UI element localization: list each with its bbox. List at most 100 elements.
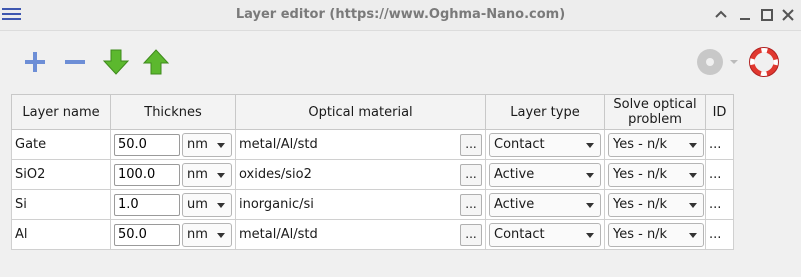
chevron-down-icon: [217, 172, 225, 178]
browse-material-button[interactable]: ...: [460, 133, 482, 156]
unit-value: um: [187, 197, 208, 212]
chevron-down-icon: [217, 202, 225, 208]
chevron-down-icon: [586, 202, 594, 208]
solve-value: Yes - n/k: [613, 227, 668, 242]
material-cell: metal/Al/std ...: [235, 129, 486, 160]
unit-value: nm: [187, 167, 208, 182]
id-cell[interactable]: ...: [705, 129, 734, 160]
material-path[interactable]: inorganic/si: [239, 197, 314, 212]
window-title: Layer editor (https://www.Oghma-Nano.com…: [235, 7, 566, 22]
chevron-down-icon: [689, 172, 697, 178]
close-icon[interactable]: [779, 6, 797, 24]
move-down-icon[interactable]: [101, 47, 131, 77]
chevron-down-icon: [217, 232, 225, 238]
chevron-down-icon: [586, 142, 594, 148]
thickness-cell: um: [110, 189, 236, 220]
id-value: ...: [709, 197, 722, 212]
browse-material-button[interactable]: ...: [460, 163, 482, 186]
layer-type-select[interactable]: Contact: [489, 222, 601, 247]
remove-layer-icon[interactable]: [60, 47, 90, 77]
solve-cell: Yes - n/k: [604, 219, 706, 250]
layer-name: Gate: [15, 137, 47, 152]
layer-name-cell[interactable]: SiO2: [11, 159, 111, 190]
thickness-input[interactable]: [114, 193, 180, 216]
header-solve-optical[interactable]: Solve optical problem: [604, 94, 706, 130]
unit-value: nm: [187, 227, 208, 242]
layer-type-value: Active: [494, 167, 535, 182]
browse-material-button[interactable]: ...: [460, 193, 482, 216]
layer-type-cell: Active: [485, 189, 605, 220]
solve-value: Yes - n/k: [613, 167, 668, 182]
header-optical-material[interactable]: Optical material: [235, 94, 486, 130]
material-path[interactable]: metal/Al/std: [239, 137, 318, 152]
table-row: SiO2 nm oxides/sio2 ... Active Yes - n/k: [11, 159, 734, 190]
solve-optical-select[interactable]: Yes - n/k: [608, 192, 704, 217]
minimize-icon[interactable]: [736, 6, 754, 24]
layer-type-select[interactable]: Active: [489, 162, 601, 187]
chevron-down-icon[interactable]: [728, 47, 740, 77]
solve-optical-select[interactable]: Yes - n/k: [608, 162, 704, 187]
material-path[interactable]: metal/Al/std: [239, 227, 318, 242]
chevron-down-icon: [217, 142, 225, 148]
header-layer-name[interactable]: Layer name: [11, 94, 111, 130]
title-bar: Layer editor (https://www.Oghma-Nano.com…: [0, 0, 801, 31]
layer-type-select[interactable]: Contact: [489, 132, 601, 157]
layer-type-value: Contact: [494, 137, 545, 152]
header-id[interactable]: ID: [705, 94, 734, 130]
header-thickness[interactable]: Thicknes: [110, 94, 236, 130]
table-header-row: Layer name Thicknes Optical material Lay…: [11, 94, 734, 130]
thickness-input[interactable]: [114, 133, 180, 156]
browse-material-button[interactable]: ...: [460, 223, 482, 246]
table-row: Si um inorganic/si ... Active Yes - n/k: [11, 189, 734, 220]
layer-type-value: Contact: [494, 227, 545, 242]
layer-name-cell[interactable]: Si: [11, 189, 111, 220]
id-cell[interactable]: ...: [705, 189, 734, 220]
id-value: ...: [709, 227, 722, 242]
table-row: Al nm metal/Al/std ... Contact Yes - n/k: [11, 219, 734, 250]
thickness-input[interactable]: [114, 223, 180, 246]
thickness-cell: nm: [110, 219, 236, 250]
help-lifebuoy-icon[interactable]: [749, 47, 779, 77]
chevron-down-icon: [586, 232, 594, 238]
thickness-cell: nm: [110, 159, 236, 190]
id-value: ...: [709, 137, 722, 152]
unit-select[interactable]: um: [182, 192, 232, 217]
unit-select[interactable]: nm: [182, 222, 232, 247]
id-cell[interactable]: ...: [705, 159, 734, 190]
layer-type-cell: Contact: [485, 129, 605, 160]
solve-cell: Yes - n/k: [604, 129, 706, 160]
material-path[interactable]: oxides/sio2: [239, 167, 312, 182]
table-row: Gate nm metal/Al/std ... Contact Yes - n…: [11, 129, 734, 160]
header-layer-type[interactable]: Layer type: [485, 94, 605, 130]
unit-value: nm: [187, 137, 208, 152]
unit-select[interactable]: nm: [182, 162, 232, 187]
layer-name: SiO2: [15, 167, 46, 182]
layer-type-cell: Active: [485, 159, 605, 190]
thickness-input[interactable]: [114, 163, 180, 186]
thickness-cell: nm: [110, 129, 236, 160]
chevron-down-icon: [689, 232, 697, 238]
chevron-down-icon: [586, 172, 594, 178]
solve-optical-select[interactable]: Yes - n/k: [608, 132, 704, 157]
solve-cell: Yes - n/k: [604, 189, 706, 220]
id-cell[interactable]: ...: [705, 219, 734, 250]
maximize-icon[interactable]: [758, 6, 776, 24]
unit-select[interactable]: nm: [182, 132, 232, 157]
move-up-icon[interactable]: [141, 47, 171, 77]
layer-type-select[interactable]: Active: [489, 192, 601, 217]
layer-name-cell[interactable]: Gate: [11, 129, 111, 160]
minimize-chevron-icon[interactable]: [712, 6, 730, 24]
chevron-down-icon: [689, 202, 697, 208]
disc-icon[interactable]: [695, 47, 725, 77]
layer-name: Al: [15, 227, 28, 242]
material-cell: inorganic/si ...: [235, 189, 486, 220]
solve-optical-select[interactable]: Yes - n/k: [608, 222, 704, 247]
add-layer-icon[interactable]: [20, 47, 50, 77]
layer-name-cell[interactable]: Al: [11, 219, 111, 250]
layer-type-cell: Contact: [485, 219, 605, 250]
chevron-down-icon: [689, 142, 697, 148]
solve-value: Yes - n/k: [613, 197, 668, 212]
solve-value: Yes - n/k: [613, 137, 668, 152]
id-value: ...: [709, 167, 722, 182]
solve-cell: Yes - n/k: [604, 159, 706, 190]
